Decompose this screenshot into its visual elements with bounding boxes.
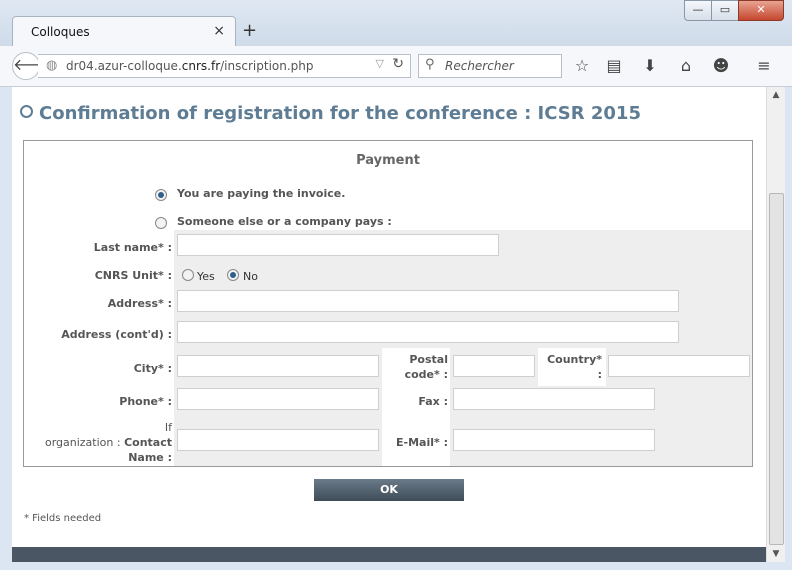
tab-colloques[interactable]: Colloques ×: [12, 16, 236, 47]
cnrs-unit-label: CNRS Unit* :: [94, 269, 172, 282]
download-icon[interactable]: ⬇: [640, 56, 660, 75]
vertical-scrollbar[interactable]: ▲ ▼: [766, 87, 785, 562]
bookmark-star-icon[interactable]: ☆: [572, 56, 592, 75]
contact-label-line2: organization : Contact: [44, 436, 172, 449]
minimize-button[interactable]: —: [684, 0, 712, 21]
last-name-input[interactable]: [177, 234, 499, 256]
radio-you-pay-label: You are paying the invoice.: [177, 187, 346, 200]
maximize-button[interactable]: ▭: [711, 0, 739, 21]
window-controls: — ▭ ✕: [684, 0, 784, 21]
bullet-icon: [20, 105, 33, 118]
radio-someone-else-label: Someone else or a company pays :: [177, 215, 392, 228]
country-label-line2: :: [597, 368, 602, 381]
country-input[interactable]: [608, 355, 750, 377]
fax-input[interactable]: [453, 388, 655, 410]
dropdown-arrow-icon[interactable]: ▽: [376, 57, 384, 70]
close-tab-icon[interactable]: ×: [213, 23, 225, 39]
address-cont-label: Address (cont'd) :: [61, 328, 172, 341]
title-bar: Colloques × + — ▭ ✕: [0, 0, 792, 47]
menu-icon[interactable]: ≡: [754, 56, 774, 75]
page-title: Confirmation of registration for the con…: [20, 103, 641, 124]
radio-someone-else-pays[interactable]: [155, 217, 167, 229]
cnrs-yes-label: Yes: [197, 270, 215, 283]
scroll-up-icon[interactable]: ▲: [767, 87, 785, 103]
contact-label-line1: If: [164, 421, 172, 434]
chat-icon[interactable]: ☻: [711, 56, 731, 75]
cnrs-yes-radio[interactable]: [182, 269, 194, 281]
contact-name-input[interactable]: [177, 429, 379, 451]
navigation-bar: 🡐 ◍ dr04.azur-colloque.cnrs.fr/inscripti…: [0, 46, 792, 87]
close-window-button[interactable]: ✕: [738, 0, 784, 21]
city-label: City* :: [133, 362, 172, 375]
city-input[interactable]: [177, 355, 379, 377]
reload-icon[interactable]: ↻: [392, 56, 404, 72]
back-button[interactable]: 🡐: [12, 52, 56, 80]
search-box[interactable]: ⚲ Rechercher: [418, 54, 562, 78]
url-bar[interactable]: ◍ dr04.azur-colloque.cnrs.fr/inscription…: [38, 54, 411, 78]
panel-title: Payment: [356, 153, 420, 168]
email-label: E-Mail* :: [396, 436, 448, 449]
address-cont-input[interactable]: [177, 321, 679, 343]
page-footer-bar: [12, 547, 766, 562]
postal-code-label-line2: code* :: [404, 368, 448, 381]
browser-window: Colloques × + — ▭ ✕ 🡐 ◍ dr04.azur-colloq…: [0, 0, 792, 570]
reading-list-icon[interactable]: ▤: [604, 56, 624, 75]
contact-label-line3: Name :: [128, 451, 172, 464]
fax-label: Fax :: [418, 395, 448, 408]
scrollbar-thumb[interactable]: [769, 193, 784, 545]
search-placeholder: Rechercher: [445, 59, 514, 73]
postal-code-input[interactable]: [453, 355, 535, 377]
new-tab-button[interactable]: +: [242, 20, 257, 41]
globe-icon: ◍: [46, 58, 58, 73]
home-icon[interactable]: ⌂: [676, 56, 696, 75]
url-text: dr04.azur-colloque.cnrs.fr/inscription.p…: [66, 59, 314, 73]
radio-you-pay[interactable]: [155, 189, 167, 201]
tab-title: Colloques: [31, 25, 90, 39]
address-label: Address* :: [107, 297, 172, 310]
search-icon: ⚲: [425, 57, 435, 72]
phone-label: Phone* :: [119, 395, 172, 408]
address-input[interactable]: [177, 290, 679, 312]
ok-button[interactable]: OK: [314, 479, 464, 501]
email-input[interactable]: [453, 429, 655, 451]
country-label-line1: Country*: [547, 353, 602, 366]
fields-needed-note: * Fields needed: [24, 513, 102, 524]
last-name-label: Last name* :: [93, 241, 172, 254]
scroll-down-icon[interactable]: ▼: [767, 546, 785, 562]
cnrs-no-label: No: [243, 270, 258, 283]
postal-code-label-line1: Postal: [409, 353, 448, 366]
phone-input[interactable]: [177, 388, 379, 410]
page-content: Confirmation of registration for the con…: [12, 87, 766, 562]
payment-panel: Payment You are paying the invoice. Some…: [23, 140, 753, 467]
cnrs-no-radio[interactable]: [227, 269, 239, 281]
